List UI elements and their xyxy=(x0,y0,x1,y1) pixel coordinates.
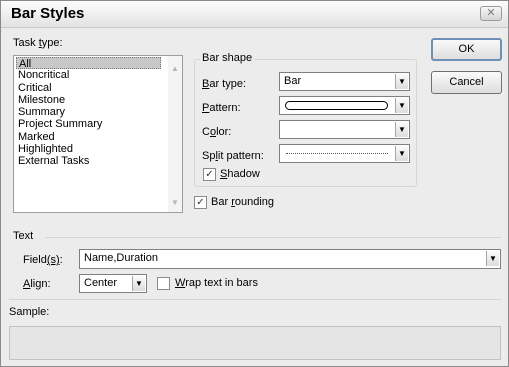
align-label: Align: xyxy=(23,278,51,290)
bar-type-value: Bar xyxy=(284,75,302,87)
text-section-label: Text xyxy=(13,230,34,242)
title-bar: Bar Styles ✕ xyxy=(1,1,508,28)
fields-value: Name,Duration xyxy=(84,252,158,264)
task-type-item[interactable]: Noncritical xyxy=(16,69,161,81)
shadow-checkbox[interactable]: ✓ xyxy=(203,168,216,181)
bar-rounding-label: Bar rounding xyxy=(211,196,275,208)
scroll-up-icon[interactable]: ▲ xyxy=(171,64,179,73)
pattern-swatch xyxy=(285,101,388,110)
sample-preview xyxy=(9,326,501,360)
task-type-item[interactable]: Milestone xyxy=(16,94,161,106)
task-type-label: Task type: xyxy=(13,37,63,49)
color-select[interactable]: ▼ xyxy=(279,120,410,139)
chevron-down-icon[interactable]: ▼ xyxy=(132,276,145,291)
text-section-divider xyxy=(45,237,501,238)
pattern-select[interactable]: ▼ xyxy=(279,96,410,115)
bar-shape-label: Bar shape xyxy=(200,52,255,64)
task-type-item[interactable]: Summary xyxy=(16,106,161,118)
wrap-text-label: Wrap text in bars xyxy=(175,277,258,289)
task-type-item[interactable]: External Tasks xyxy=(16,155,161,167)
align-value: Center xyxy=(84,277,118,289)
bar-rounding-checkbox[interactable]: ✓ xyxy=(194,196,207,209)
task-type-item[interactable]: Critical xyxy=(16,82,161,94)
chevron-down-icon[interactable]: ▼ xyxy=(486,251,499,266)
pattern-label: Pattern: xyxy=(202,102,241,114)
cancel-button[interactable]: Cancel xyxy=(431,71,502,94)
sample-label: Sample: xyxy=(9,306,50,318)
split-pattern-select[interactable]: ▼ xyxy=(279,144,410,163)
shadow-label: Shadow xyxy=(220,168,260,180)
close-icon: ✕ xyxy=(486,7,496,19)
task-type-list[interactable]: All Noncritical Critical Milestone Summary Pr… xyxy=(13,55,183,213)
fields-input[interactable]: Name,Duration ▼ xyxy=(79,249,501,269)
chevron-down-icon[interactable]: ▼ xyxy=(395,98,408,113)
align-select[interactable]: Center ▼ xyxy=(79,274,147,293)
chevron-down-icon[interactable]: ▼ xyxy=(395,74,408,89)
check-icon: ✓ xyxy=(196,197,205,208)
split-pattern-label: Split pattern: xyxy=(202,150,264,162)
fields-label: Field(s): xyxy=(23,254,63,266)
dialog-title: Bar Styles xyxy=(11,5,85,22)
bar-styles-dialog: Bar Styles ✕ Task type: All Noncritical Cr… xyxy=(0,0,509,367)
close-button[interactable]: ✕ xyxy=(480,6,502,21)
task-type-item[interactable]: Marked xyxy=(16,131,161,143)
split-pattern-swatch xyxy=(286,153,388,154)
task-type-item[interactable]: All xyxy=(16,57,161,70)
chevron-down-icon[interactable]: ▼ xyxy=(395,146,408,161)
wrap-text-checkbox[interactable] xyxy=(157,277,170,290)
sample-divider xyxy=(9,299,501,300)
task-type-item[interactable]: Highlighted xyxy=(16,143,161,155)
bar-type-select[interactable]: Bar ▼ xyxy=(279,72,410,91)
task-type-item[interactable]: Project Summary xyxy=(16,118,161,130)
bar-type-label: Bar type: xyxy=(202,78,247,90)
check-icon: ✓ xyxy=(205,169,214,180)
task-list-scrollbar[interactable]: ▲ ▼ xyxy=(168,56,182,212)
color-label: Color: xyxy=(202,126,232,138)
ok-button[interactable]: OK xyxy=(431,38,502,61)
task-type-items: All Noncritical Critical Milestone Summary Pr… xyxy=(16,57,161,168)
chevron-down-icon[interactable]: ▼ xyxy=(395,122,408,137)
scroll-down-icon[interactable]: ▼ xyxy=(171,198,179,207)
